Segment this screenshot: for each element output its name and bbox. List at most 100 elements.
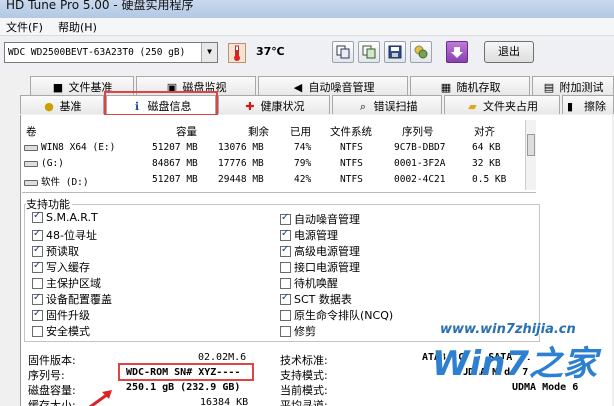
save-icon[interactable] — [384, 41, 406, 63]
options-icon[interactable] — [410, 41, 432, 63]
tab-benchmark[interactable]: ● 基准 — [20, 95, 104, 114]
checkbox-aam[interactable]: 自动噪音管理 — [280, 211, 360, 226]
serial-label: 序列号: — [28, 369, 65, 382]
benchmark-icon: ● — [44, 100, 54, 113]
health-icon: ✚ — [245, 100, 255, 113]
checkbox-standby-wake[interactable]: 待机唤醒 — [280, 275, 338, 290]
menu-bar: 文件(F) 帮助(H) — [0, 18, 614, 36]
drive-icon — [24, 144, 38, 151]
watermark: www.win7zhijia.cn Win7之家 — [432, 322, 614, 406]
download-icon[interactable] — [446, 41, 468, 63]
checkbox-read-ahead[interactable]: 预读取 — [32, 243, 79, 258]
avg-seek-label: 平均寻道: — [280, 399, 328, 406]
support-mode-label: 支持模式: — [280, 369, 328, 382]
tab-extra-tests[interactable]: ▤ 附加测试 — [532, 76, 614, 95]
checkbox-48bit[interactable]: 48-位寻址 — [32, 227, 97, 242]
checkbox-box[interactable] — [280, 212, 291, 225]
checkbox-box[interactable] — [32, 326, 43, 337]
checkbox-box[interactable] — [32, 210, 43, 223]
scrollbar-thumb[interactable] — [527, 134, 535, 156]
highlight-box-tab — [104, 91, 218, 116]
thermometer-icon — [228, 43, 246, 63]
checkbox-dco[interactable]: 设备配置覆盖 — [32, 291, 112, 306]
table-row[interactable]: (G:) 84867 MB 17776 MB 79% NTFS 0001-3F2… — [22, 158, 522, 174]
highlight-box-serial — [118, 363, 254, 381]
col-serial: 序列号 — [402, 126, 434, 138]
tab-random-access[interactable]: ▦ 随机存取 — [410, 76, 530, 95]
drive-select[interactable]: WDC WD2500BEVT-63A23T0 (250 gB) ▼ — [4, 42, 218, 63]
drive-icon — [24, 179, 38, 186]
checkbox-box[interactable] — [280, 262, 291, 273]
checkbox-ncq[interactable]: 原生命令排队(NCQ) — [280, 307, 393, 322]
copy-icon[interactable] — [332, 41, 354, 63]
file-benchmark-icon: ■ — [52, 81, 64, 94]
tab-health[interactable]: ✚ 健康状况 — [218, 95, 330, 114]
checkbox-security-mode[interactable]: 安全模式 — [32, 323, 90, 338]
checkbox-apm[interactable]: 高级电源管理 — [280, 243, 360, 258]
table-row[interactable]: 软件 (D:) 51207 MB 29448 MB 42% NTFS 0002-… — [22, 174, 522, 190]
tab-error-scan[interactable]: ⌕ 错误扫描 — [332, 95, 442, 114]
tab-erase[interactable]: ▮ 擦除 — [562, 95, 614, 114]
checkbox-box[interactable] — [32, 308, 43, 321]
tab-folder-usage[interactable]: ▰ 文件夹占用 — [444, 95, 560, 114]
current-mode-label: 当前模式: — [280, 384, 328, 397]
volume-table-header: 卷 容量 剩余 已用 文件系统 序列号 对齐 — [22, 124, 522, 140]
col-alignment: 对齐 — [474, 126, 495, 138]
checkbox-box[interactable] — [32, 278, 43, 289]
drive-select-value: WDC WD2500BEVT-63A23T0 (250 gB) — [8, 47, 186, 58]
chevron-down-icon[interactable]: ▼ — [201, 43, 217, 62]
col-free: 剩余 — [248, 126, 269, 138]
checkbox-sct[interactable]: SCT 数据表 — [280, 291, 352, 306]
volume-scrollbar[interactable] — [525, 120, 536, 190]
col-capacity: 容量 — [176, 126, 197, 138]
exit-button[interactable]: 退出 — [484, 41, 534, 63]
divider — [22, 192, 536, 193]
extra-tests-icon: ▤ — [543, 81, 555, 94]
error-scan-icon: ⌕ — [359, 100, 367, 113]
window-title: HD Tune Pro 5.00 - 硬盘实用程序 — [6, 0, 194, 12]
firmware-value: 02.02M.6 — [198, 352, 247, 363]
cache-value: 16384 KB — [200, 397, 249, 406]
tab-row-top: ■ 文件基准 ▣ 磁盘监视 ◀ 自动噪音管理 ▦ 随机存取 ▤ 附加测试 — [0, 76, 614, 95]
checkbox-power-management[interactable]: 电源管理 — [280, 227, 338, 242]
tab-noise-management[interactable]: ◀ 自动噪音管理 — [258, 76, 408, 95]
watermark-text: Win7之家 — [432, 344, 598, 384]
checkbox-box[interactable] — [280, 244, 291, 257]
checkbox-box[interactable] — [32, 260, 43, 273]
checkbox-box[interactable] — [280, 278, 291, 289]
checkbox-trim[interactable]: 修剪 — [280, 323, 316, 338]
standard-label: 技术标准: — [280, 354, 328, 367]
menu-help[interactable]: 帮助(H) — [58, 19, 97, 35]
checkbox-firmware-upgrade[interactable]: 固件升级 — [32, 307, 90, 322]
checkbox-box[interactable] — [32, 244, 43, 257]
col-used: 已用 — [290, 126, 311, 138]
watermark-url: www.win7zhijia.cn — [440, 322, 576, 337]
drive-icon — [24, 160, 38, 167]
cache-label: 缓存大小: — [28, 399, 76, 406]
menu-file[interactable]: 文件(F) — [6, 19, 43, 35]
checkbox-box[interactable] — [280, 326, 291, 337]
col-filesystem: 文件系统 — [330, 126, 372, 138]
title-bar: HD Tune Pro 5.00 - 硬盘实用程序 — [0, 0, 614, 18]
speaker-icon: ◀ — [293, 81, 303, 94]
temperature-value: 37℃ — [256, 45, 285, 58]
checkbox-box[interactable] — [280, 228, 291, 241]
checkbox-interface-pm[interactable]: 接口电源管理 — [280, 259, 360, 274]
random-access-icon: ▦ — [440, 81, 452, 94]
capacity-label: 磁盘容量: — [28, 384, 76, 397]
table-row[interactable]: WIN8 X64 (E:) 51207 MB 13076 MB 74% NTFS… — [22, 142, 522, 158]
toolbar: WDC WD2500BEVT-63A23T0 (250 gB) ▼ 37℃ 退出 — [0, 36, 614, 70]
checkbox-box[interactable] — [32, 292, 43, 305]
checkbox-hpa[interactable]: 主保护区域 — [32, 275, 101, 290]
erase-icon: ▮ — [567, 100, 574, 113]
tab-row-bottom: ● 基准 ℹ 磁盘信息 ✚ 健康状况 ⌕ 错误扫描 ▰ 文件夹占用 ▮ 擦除 — [0, 95, 614, 115]
copy-info-icon[interactable] — [358, 41, 380, 63]
checkbox-box[interactable] — [280, 292, 291, 305]
checkbox-smart[interactable]: S.M.A.R.T — [32, 210, 98, 226]
checkbox-box[interactable] — [280, 310, 291, 321]
checkbox-write-cache[interactable]: 写入缓存 — [32, 259, 90, 274]
red-arrow-icon — [89, 390, 112, 406]
checkbox-box[interactable] — [32, 228, 43, 241]
firmware-label: 固件版本: — [28, 354, 76, 367]
col-volume: 卷 — [26, 126, 37, 138]
